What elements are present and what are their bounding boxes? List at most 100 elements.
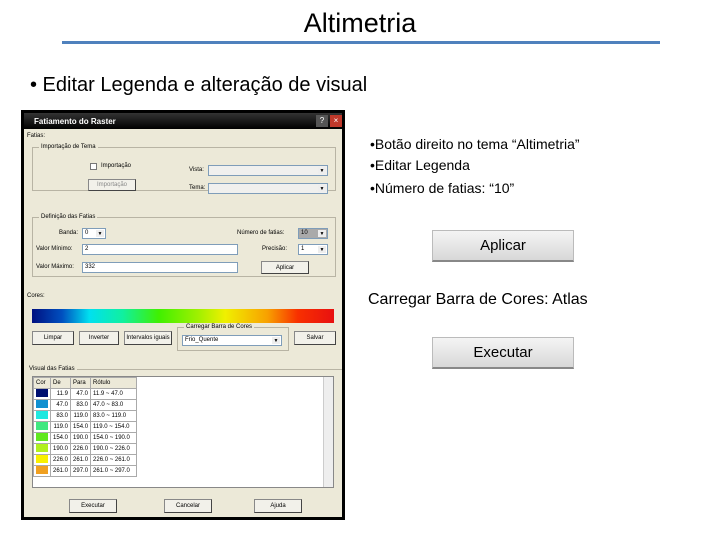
precision-select[interactable]: 1 ▼ bbox=[298, 244, 328, 255]
de-cell: 154.0 bbox=[49, 432, 72, 444]
color-swatch bbox=[36, 422, 48, 430]
vertical-scrollbar[interactable] bbox=[323, 377, 333, 487]
clear-button[interactable]: Limpar bbox=[32, 331, 74, 345]
chevron-down-icon: ▼ bbox=[318, 167, 326, 174]
band-label: Banda: bbox=[59, 230, 79, 236]
table-row[interactable]: 11.9 47.0 11.9 ~ 47.0 bbox=[33, 388, 138, 400]
color-cell[interactable] bbox=[33, 388, 51, 400]
color-swatch bbox=[36, 444, 48, 452]
para-cell: 261.0 bbox=[70, 454, 92, 466]
import-checkbox[interactable] bbox=[90, 163, 97, 170]
color-bar[interactable] bbox=[32, 309, 334, 323]
color-cell[interactable] bbox=[33, 443, 51, 455]
colorbar-value: Frio_Quente bbox=[185, 337, 219, 343]
band-value: 0 bbox=[85, 230, 89, 236]
para-cell: 297.0 bbox=[70, 465, 92, 477]
label-cell: 119.0 ~ 154.0 bbox=[90, 421, 138, 433]
dialog-titlebar: Fatiamento do Raster bbox=[24, 113, 342, 129]
colorbar-select[interactable]: Frio_Quente ▼ bbox=[182, 335, 282, 346]
execute-button[interactable]: Executar bbox=[69, 499, 117, 513]
color-cell[interactable] bbox=[33, 399, 51, 411]
table-row[interactable]: 83.0 119.0 83.0 ~ 119.0 bbox=[33, 410, 138, 422]
load-colorbar-label: Carregar Barra de Cores bbox=[184, 324, 255, 330]
color-swatch bbox=[36, 433, 48, 441]
slices-select[interactable]: 10 ▼ bbox=[298, 228, 328, 239]
column-header[interactable]: Para bbox=[70, 377, 92, 389]
cancel-button[interactable]: Cancelar bbox=[164, 499, 212, 513]
label-cell: 226.0 ~ 261.0 bbox=[90, 454, 138, 466]
max-value-input[interactable]: 332 bbox=[82, 262, 238, 273]
invert-button[interactable]: Inverter bbox=[79, 331, 119, 345]
table-row[interactable]: 119.0 154.0 119.0 ~ 154.0 bbox=[33, 421, 138, 433]
table-row[interactable]: 190.0 226.0 190.0 ~ 226.0 bbox=[33, 443, 138, 455]
de-cell: 226.0 bbox=[49, 454, 72, 466]
slices-value: 10 bbox=[301, 230, 308, 236]
max-label: Valor Máximo: bbox=[36, 264, 74, 270]
para-cell: 83.0 bbox=[70, 399, 92, 411]
column-header[interactable]: Cor bbox=[33, 377, 51, 389]
apply-callout-button: Aplicar bbox=[432, 230, 574, 262]
color-swatch bbox=[36, 411, 48, 419]
para-cell: 47.0 bbox=[70, 388, 92, 400]
fatias-label: Fatias: bbox=[27, 133, 46, 139]
chevron-down-icon: ▼ bbox=[318, 185, 326, 192]
equal-intervals-button[interactable]: Intervalos iguais bbox=[124, 331, 172, 345]
label-cell: 11.9 ~ 47.0 bbox=[90, 388, 138, 400]
execute-callout-button: Executar bbox=[432, 337, 574, 369]
note-2: •Editar Legenda bbox=[370, 157, 470, 173]
slices-label: Número de fatias: bbox=[237, 230, 285, 236]
color-bar-note: Carregar Barra de Cores: Atlas bbox=[368, 291, 588, 308]
color-swatch bbox=[36, 455, 48, 463]
color-cell[interactable] bbox=[33, 465, 51, 477]
theme-select[interactable]: ▼ bbox=[208, 183, 328, 194]
dialog-title: Fatiamento do Raster bbox=[34, 116, 116, 126]
slide-title: Altimetria bbox=[303, 8, 417, 38]
de-cell: 11.9 bbox=[49, 388, 72, 400]
min-value-input[interactable]: 2 bbox=[82, 244, 238, 255]
min-label: Valor Mínimo: bbox=[36, 246, 73, 252]
para-cell: 190.0 bbox=[70, 432, 92, 444]
column-header[interactable]: De bbox=[49, 377, 72, 389]
para-cell: 226.0 bbox=[70, 443, 92, 455]
precision-value: 1 bbox=[301, 246, 305, 252]
title-divider bbox=[62, 41, 660, 44]
de-cell: 47.0 bbox=[49, 399, 72, 411]
theme-label: Tema: bbox=[189, 185, 206, 191]
band-select[interactable]: 0 ▼ bbox=[82, 228, 106, 239]
slices-table: Cor De Para Rótulo 11.9 47.0 11.9 ~ 47.0 47.0 8… bbox=[33, 377, 138, 477]
help-icon[interactable]: ? bbox=[316, 115, 328, 127]
save-button[interactable]: Salvar bbox=[294, 331, 336, 345]
close-icon[interactable]: × bbox=[330, 115, 342, 127]
note-3: •Número de fatias: “10” bbox=[370, 180, 515, 196]
table-row[interactable]: 154.0 190.0 154.0 ~ 190.0 bbox=[33, 432, 138, 444]
chevron-down-icon: ▼ bbox=[318, 246, 326, 253]
view-select[interactable]: ▼ bbox=[208, 165, 328, 176]
help-button[interactable]: Ajuda bbox=[254, 499, 302, 513]
table-row[interactable]: 261.0 297.0 261.0 ~ 297.0 bbox=[33, 465, 138, 477]
chevron-down-icon: ▼ bbox=[318, 230, 326, 237]
definition-group-label: Definição das Fatias bbox=[39, 214, 98, 220]
table-row[interactable]: 47.0 83.0 47.0 ~ 83.0 bbox=[33, 399, 138, 411]
import-checkbox-label: Importação bbox=[101, 163, 132, 169]
column-header[interactable]: Rótulo bbox=[90, 377, 138, 389]
chevron-down-icon: ▼ bbox=[272, 337, 280, 344]
label-cell: 154.0 ~ 190.0 bbox=[90, 432, 138, 444]
slices-table-panel: Cor De Para Rótulo 11.9 47.0 11.9 ~ 47.0 47.0 8… bbox=[32, 376, 334, 488]
color-cell[interactable] bbox=[33, 421, 51, 433]
apply-button[interactable]: Aplicar bbox=[261, 261, 309, 274]
label-cell: 261.0 ~ 297.0 bbox=[90, 465, 138, 477]
de-cell: 83.0 bbox=[49, 410, 72, 422]
import-button[interactable]: Importação bbox=[88, 179, 136, 191]
label-cell: 190.0 ~ 226.0 bbox=[90, 443, 138, 455]
raster-slicing-dialog: Fatiamento do Raster ? × Fatias: Importa… bbox=[21, 110, 345, 520]
color-cell[interactable] bbox=[33, 454, 51, 466]
color-swatch bbox=[36, 466, 48, 474]
visual-group-label: Visual das Fatias bbox=[27, 366, 77, 372]
color-cell[interactable] bbox=[33, 410, 51, 422]
table-row[interactable]: 226.0 261.0 226.0 ~ 261.0 bbox=[33, 454, 138, 466]
import-group-label: Importação de Tema bbox=[39, 144, 98, 150]
color-cell[interactable] bbox=[33, 432, 51, 444]
color-swatch bbox=[36, 389, 48, 397]
main-bullet: • Editar Legenda e alteração de visual bbox=[30, 74, 368, 96]
precision-label: Precisão: bbox=[262, 246, 288, 252]
